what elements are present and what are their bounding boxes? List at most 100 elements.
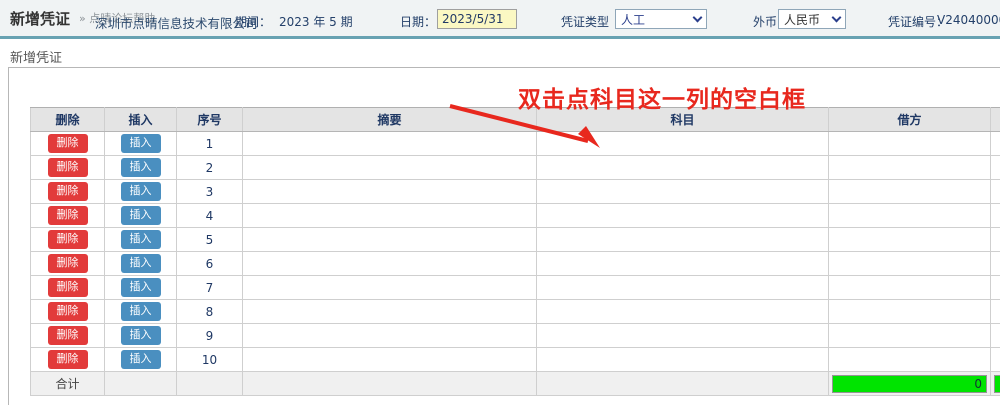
summary-cell[interactable] xyxy=(243,228,537,252)
summary-cell[interactable] xyxy=(243,204,537,228)
debit-cell[interactable] xyxy=(829,252,991,276)
insert-button[interactable]: 插入 xyxy=(121,254,161,272)
seq-cell: 4 xyxy=(177,204,243,228)
seq-cell: 7 xyxy=(177,276,243,300)
total-empty-cell xyxy=(105,372,177,396)
debit-cell[interactable] xyxy=(829,348,991,372)
header-debit: 借方 xyxy=(829,108,991,132)
voucher-type-select[interactable]: 人工 xyxy=(615,9,707,29)
debit-cell[interactable] xyxy=(829,132,991,156)
credit-cell-cut[interactable] xyxy=(991,324,1000,348)
credit-cell-cut[interactable] xyxy=(991,180,1000,204)
insert-button[interactable]: 插入 xyxy=(121,302,161,320)
insert-button[interactable]: 插入 xyxy=(121,326,161,344)
delete-button[interactable]: 删除 xyxy=(48,206,88,224)
debit-cell[interactable] xyxy=(829,180,991,204)
summary-cell[interactable] xyxy=(243,252,537,276)
insert-button[interactable]: 插入 xyxy=(121,158,161,176)
delete-button[interactable]: 删除 xyxy=(48,254,88,272)
summary-cell[interactable] xyxy=(243,180,537,204)
credit-cell-cut[interactable] xyxy=(991,276,1000,300)
date-input[interactable] xyxy=(437,9,517,29)
delete-cell: 删除 xyxy=(31,252,105,276)
section-title: 新增凭证 xyxy=(10,47,62,66)
subject-cell[interactable] xyxy=(537,180,829,204)
summary-cell[interactable] xyxy=(243,324,537,348)
credit-cell-cut[interactable] xyxy=(991,252,1000,276)
company-name: 深圳市点晴信息技术有限公司 xyxy=(95,13,258,32)
table-row: 删除 插入 1 xyxy=(31,132,1000,156)
summary-cell[interactable] xyxy=(243,348,537,372)
total-credit-cell xyxy=(991,372,1000,396)
credit-cell-cut[interactable] xyxy=(991,300,1000,324)
delete-cell: 删除 xyxy=(31,276,105,300)
seq-cell: 8 xyxy=(177,300,243,324)
seq-cell: 2 xyxy=(177,156,243,180)
insert-button[interactable]: 插入 xyxy=(121,278,161,296)
debit-cell[interactable] xyxy=(829,300,991,324)
seq-cell: 6 xyxy=(177,252,243,276)
header-delete: 删除 xyxy=(31,108,105,132)
insert-cell: 插入 xyxy=(105,204,177,228)
voucher-type-value: 人工 xyxy=(621,11,645,28)
delete-cell: 删除 xyxy=(31,300,105,324)
delete-button[interactable]: 删除 xyxy=(48,326,88,344)
delete-button[interactable]: 删除 xyxy=(48,230,88,248)
debit-cell[interactable] xyxy=(829,204,991,228)
insert-cell: 插入 xyxy=(105,276,177,300)
delete-button[interactable]: 删除 xyxy=(48,158,88,176)
delete-button[interactable]: 删除 xyxy=(48,182,88,200)
summary-cell[interactable] xyxy=(243,300,537,324)
delete-cell: 删除 xyxy=(31,156,105,180)
currency-select[interactable]: 人民币 xyxy=(778,9,846,29)
delete-button[interactable]: 删除 xyxy=(48,350,88,368)
summary-cell[interactable] xyxy=(243,132,537,156)
total-empty-cell xyxy=(537,372,829,396)
seq-cell: 10 xyxy=(177,348,243,372)
credit-cell-cut[interactable] xyxy=(991,228,1000,252)
table-row: 删除 插入 9 xyxy=(31,324,1000,348)
delete-button[interactable]: 删除 xyxy=(48,134,88,152)
subject-cell[interactable] xyxy=(537,252,829,276)
insert-button[interactable]: 插入 xyxy=(121,350,161,368)
credit-cell-cut[interactable] xyxy=(991,132,1000,156)
subject-cell[interactable] xyxy=(537,324,829,348)
insert-button[interactable]: 插入 xyxy=(121,134,161,152)
total-debit-value: 0 xyxy=(832,375,987,393)
insert-cell: 插入 xyxy=(105,252,177,276)
chevron-down-icon xyxy=(832,13,842,23)
table-row: 删除 插入 8 xyxy=(31,300,1000,324)
delete-cell: 删除 xyxy=(31,180,105,204)
debit-cell[interactable] xyxy=(829,324,991,348)
debit-cell[interactable] xyxy=(829,228,991,252)
summary-cell[interactable] xyxy=(243,276,537,300)
delete-cell: 删除 xyxy=(31,324,105,348)
total-debit-cell: 0 xyxy=(829,372,991,396)
insert-cell: 插入 xyxy=(105,132,177,156)
insert-button[interactable]: 插入 xyxy=(121,230,161,248)
insert-button[interactable]: 插入 xyxy=(121,182,161,200)
subject-cell[interactable] xyxy=(537,348,829,372)
debit-cell[interactable] xyxy=(829,276,991,300)
credit-cell-cut[interactable] xyxy=(991,204,1000,228)
subject-cell[interactable] xyxy=(537,204,829,228)
insert-cell: 插入 xyxy=(105,228,177,252)
credit-cell-cut[interactable] xyxy=(991,348,1000,372)
summary-cell[interactable] xyxy=(243,156,537,180)
credit-cell-cut[interactable] xyxy=(991,156,1000,180)
total-empty-cell xyxy=(243,372,537,396)
delete-button[interactable]: 删除 xyxy=(48,278,88,296)
table-row: 删除 插入 2 xyxy=(31,156,1000,180)
currency-value: 人民币 xyxy=(784,11,820,28)
voucher-table: 删除 插入 序号 摘要 科目 借方 删除 插入 1 xyxy=(30,107,1000,396)
debit-cell[interactable] xyxy=(829,156,991,180)
subject-cell[interactable] xyxy=(537,300,829,324)
subject-cell[interactable] xyxy=(537,132,829,156)
total-credit-value xyxy=(994,375,1000,393)
subject-cell[interactable] xyxy=(537,228,829,252)
delete-button[interactable]: 删除 xyxy=(48,302,88,320)
insert-button[interactable]: 插入 xyxy=(121,206,161,224)
subject-cell[interactable] xyxy=(537,156,829,180)
subject-cell[interactable] xyxy=(537,276,829,300)
delete-cell: 删除 xyxy=(31,204,105,228)
